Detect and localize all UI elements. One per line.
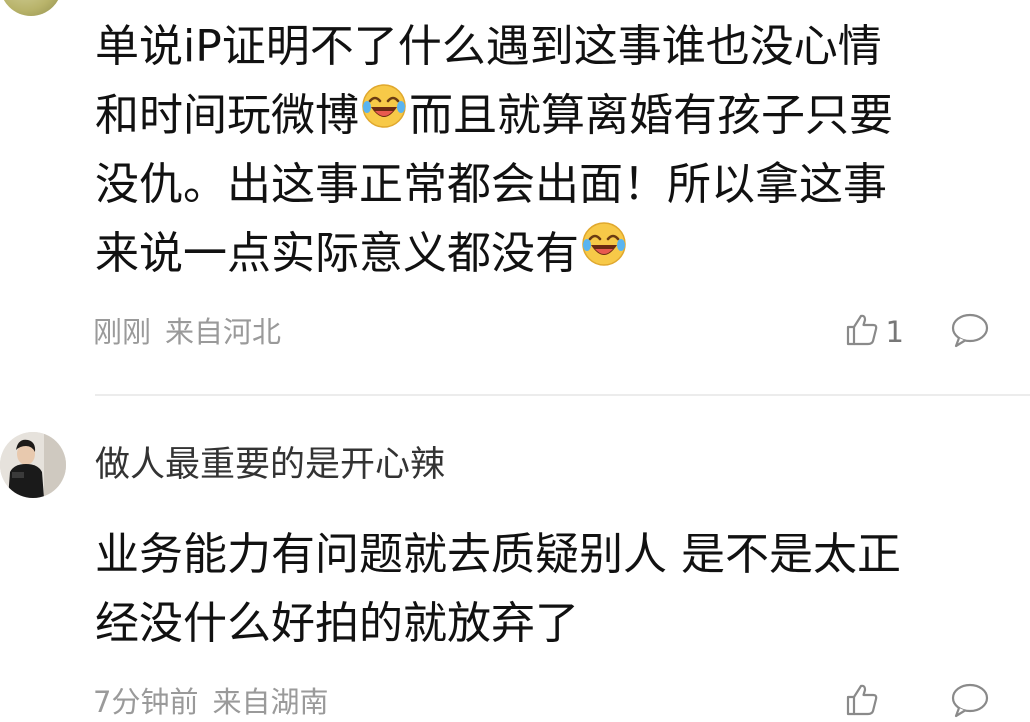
- comment-text: 业务能力有问题就去质疑别人 是不是太正 经没什么好拍的就放弃了: [95, 520, 995, 658]
- comment-text: 单说iP证明不了什么遇到这事谁也没心情 和时间玩微博 而且就算离婚有孩子只要 没仇…: [95, 12, 995, 288]
- comment-item: 单说iP证明不了什么遇到这事谁也没心情 和时间玩微博 而且就算离婚有孩子只要 没仇…: [0, 0, 1030, 395]
- comment-location: 来自湖南: [212, 685, 329, 719]
- comment-line: 和时间玩微博 而且就算离婚有孩子只要: [95, 81, 995, 150]
- like-button[interactable]: 1: [844, 312, 904, 352]
- comment-actions: 1: [844, 312, 990, 352]
- comment-line: 业务能力有问题就去质疑别人 是不是太正: [95, 529, 901, 580]
- comment-line: 经没什么好拍的就放弃了: [95, 598, 579, 649]
- comment-location: 来自河北: [165, 315, 282, 349]
- like-button[interactable]: [844, 682, 904, 722]
- avatar[interactable]: [0, 432, 66, 498]
- reply-button[interactable]: [950, 682, 990, 722]
- comment-bubble-icon: [950, 682, 990, 722]
- comment-text-segment: 而且就算离婚有孩子只要: [409, 90, 893, 141]
- comment-text-segment: 来说一点实际意义都没有: [95, 228, 579, 279]
- reply-button[interactable]: [950, 312, 990, 352]
- comment-line: 来说一点实际意义都没有: [95, 219, 995, 288]
- thumbs-up-icon: [844, 312, 880, 352]
- like-count: 1: [885, 315, 904, 349]
- comment-text-segment: 没仇。出这事正常都会出面！所以拿这事: [95, 159, 887, 210]
- comment-meta: 刚刚 来自河北: [93, 314, 281, 350]
- comment-line: 没仇。出这事正常都会出面！所以拿这事: [95, 150, 995, 219]
- comment-line: 单说iP证明不了什么遇到这事谁也没心情: [95, 12, 995, 81]
- comment-time: 刚刚: [93, 315, 152, 349]
- comment-text-segment: 单说iP证明不了什么遇到这事谁也没心情: [95, 21, 882, 72]
- avatar[interactable]: [0, 0, 62, 16]
- comment-time: 7分钟前: [93, 685, 199, 719]
- comment-username[interactable]: 做人最重要的是开心辣: [95, 444, 445, 486]
- laughing-tears-emoji-icon: [581, 218, 627, 287]
- comment-item: 做人最重要的是开心辣 业务能力有问题就去质疑别人 是不是太正 经没什么好拍的就放…: [0, 396, 1030, 720]
- comment-bubble-icon: [950, 312, 990, 352]
- laughing-tears-emoji-icon: [361, 80, 407, 149]
- comment-actions: [844, 682, 990, 722]
- thumbs-up-icon: [844, 682, 880, 722]
- comment-text-segment: 和时间玩微博: [95, 90, 359, 141]
- comment-meta: 7分钟前 来自湖南: [93, 684, 328, 720]
